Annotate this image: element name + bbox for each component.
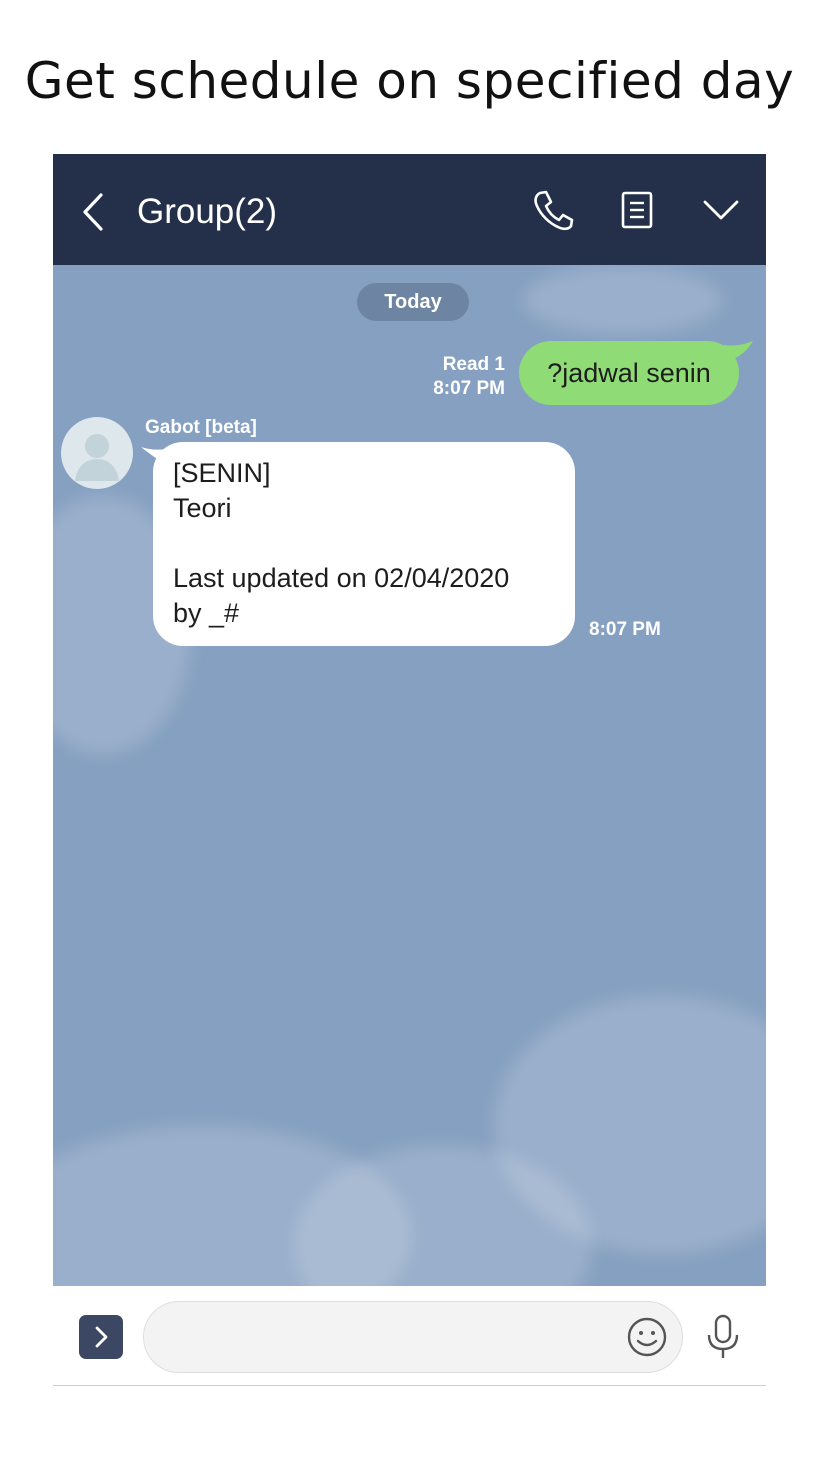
message-line: by _# — [173, 598, 240, 628]
outgoing-time: 8:07 PM — [433, 378, 505, 399]
message-line: Last updated on 02/04/2020 — [173, 563, 510, 593]
outgoing-message-bubble[interactable]: ?jadwal senin — [519, 341, 739, 405]
expand-menu-button[interactable] — [79, 1315, 123, 1359]
sky-cloud — [523, 265, 723, 335]
back-button[interactable] — [81, 192, 105, 232]
message-input-bar — [53, 1286, 766, 1386]
chevron-right-icon — [95, 1326, 108, 1348]
avatar[interactable] — [61, 417, 133, 489]
sender-name: Gabot [beta] — [145, 417, 257, 438]
notes-icon — [621, 191, 653, 229]
call-button[interactable] — [531, 188, 575, 232]
incoming-time: 8:07 PM — [589, 619, 661, 640]
outgoing-meta: Read 1 8:07 PM — [413, 353, 505, 401]
incoming-message-bubble[interactable]: [SENIN] Teori Last updated on 02/04/2020… — [153, 442, 575, 646]
default-user-icon — [75, 434, 119, 481]
back-chevron-icon — [83, 193, 103, 231]
chat-screen: Group(2) Today Read 1 8:07 PM ?jadwal se… — [53, 154, 766, 1387]
microphone-icon — [707, 1314, 739, 1358]
chat-header: Group(2) — [53, 154, 766, 265]
date-divider: Today — [357, 283, 469, 321]
message-list[interactable]: Today Read 1 8:07 PM ?jadwal senin Gabot… — [53, 265, 766, 1286]
emoji-icon — [627, 1317, 667, 1357]
message-line: Teori — [173, 493, 232, 523]
page-caption: Get schedule on specified day — [24, 52, 795, 110]
message-input[interactable] — [143, 1301, 683, 1373]
read-status: Read 1 — [442, 354, 505, 375]
message-line: [SENIN] — [173, 458, 271, 488]
chevron-down-icon — [703, 200, 739, 220]
phone-icon — [534, 190, 574, 231]
chat-title[interactable]: Group(2) — [137, 192, 277, 232]
emoji-button[interactable] — [625, 1315, 669, 1359]
voice-button[interactable] — [705, 1313, 741, 1361]
message-line — [173, 526, 555, 561]
notes-button[interactable] — [615, 188, 659, 232]
menu-toggle-button[interactable] — [699, 188, 743, 232]
